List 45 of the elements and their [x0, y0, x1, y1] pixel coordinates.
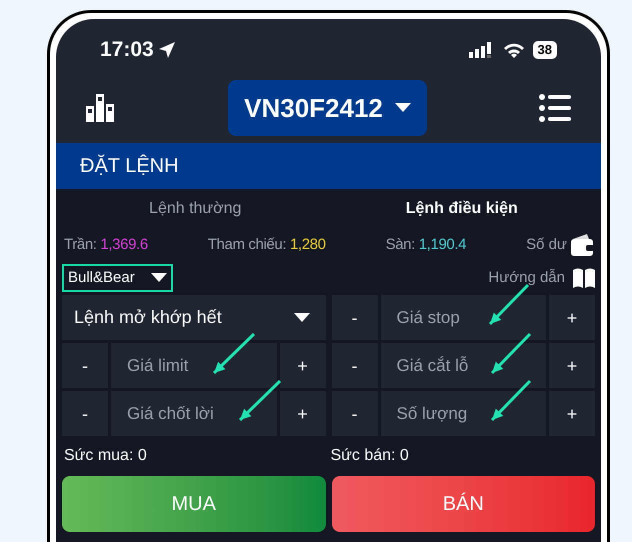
price-text: Trần: 1,369.6: [64, 234, 148, 255]
location-arrow-icon: [158, 41, 176, 59]
chart-icon[interactable]: [86, 94, 116, 122]
pointer-arrow: [238, 380, 282, 422]
caret-icon: [394, 103, 411, 113]
wifi-icon: [502, 42, 525, 58]
minus-button[interactable]: -: [62, 343, 108, 388]
guide-link[interactable]: Hướng dẫn: [488, 266, 565, 290]
power-text: Sức mua: 0: [63, 446, 148, 466]
pointer-arrow: [488, 284, 530, 326]
caret-icon: [150, 273, 167, 283]
pointer-arrow: [490, 380, 532, 422]
pointer-arrow: [212, 332, 256, 374]
input-field[interactable]: Giá limit: [111, 343, 276, 388]
minus-button[interactable]: -: [332, 391, 378, 436]
menu-icon[interactable]: [538, 94, 571, 122]
balance-label: Số dư: [526, 234, 567, 255]
tab[interactable]: Lệnh điều kiện: [328, 189, 595, 229]
power-text: Sức bán: 0: [330, 446, 410, 466]
plus-button[interactable]: +: [280, 391, 326, 436]
strategy-dropdown[interactable]: Bull&Bear: [62, 264, 173, 292]
order-type-dropdown[interactable]: Lệnh mở khớp hết: [62, 295, 326, 340]
plus-button[interactable]: +: [549, 295, 595, 340]
input-field[interactable]: Giá cắt lỗ: [380, 343, 546, 388]
battery-indicator: 38: [532, 41, 557, 59]
book-icon[interactable]: [573, 268, 595, 288]
minus-button[interactable]: -: [332, 343, 378, 388]
minus-button[interactable]: -: [62, 391, 108, 436]
price-text: Sàn: 1,190.4: [386, 234, 466, 255]
input-field[interactable]: Giá chốt lời: [111, 391, 276, 436]
plus-button[interactable]: +: [549, 391, 595, 436]
pointer-arrow: [490, 332, 532, 374]
input-field[interactable]: Giá stop: [380, 295, 546, 340]
symbol-selector[interactable]: VN30F2412: [228, 80, 427, 136]
input-field[interactable]: Số lượng: [380, 391, 546, 436]
wallet-icon[interactable]: [570, 234, 595, 256]
tab[interactable]: Lệnh thường: [62, 189, 328, 229]
minus-button[interactable]: -: [332, 295, 378, 340]
plus-button[interactable]: +: [280, 343, 326, 388]
sell-button[interactable]: BÁN: [332, 476, 595, 532]
caret-icon: [294, 312, 310, 322]
status-time: 17:03: [100, 37, 154, 64]
plus-button[interactable]: +: [549, 343, 595, 388]
price-text: Tham chiếu: 1,280: [208, 234, 326, 255]
page-title: ĐẶT LỆNH: [80, 154, 179, 179]
